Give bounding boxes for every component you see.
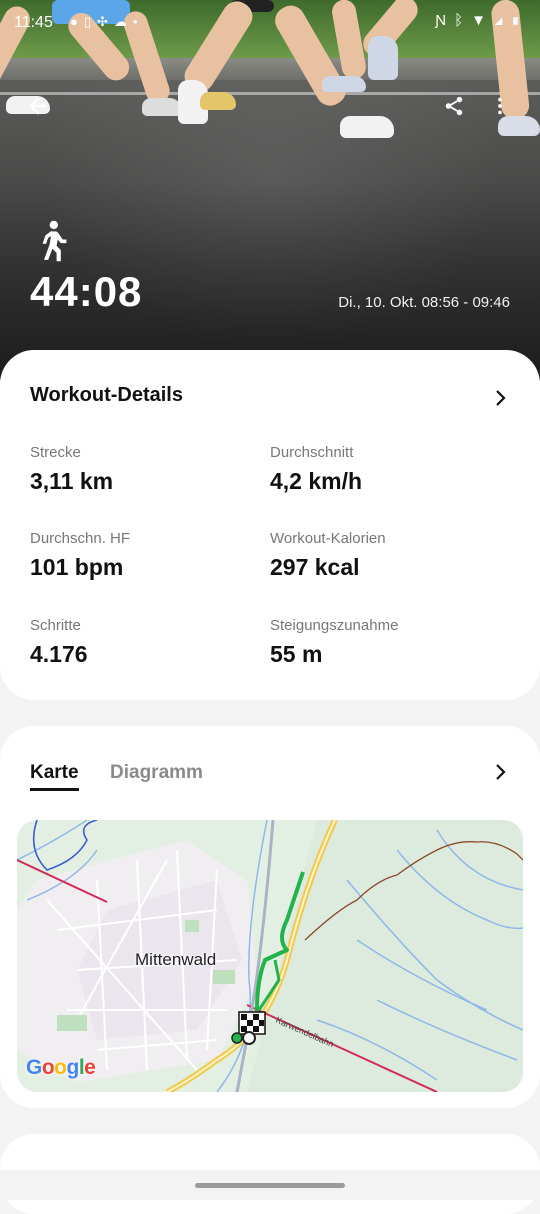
metric-value: 3,11 km (30, 468, 114, 494)
metric-label: Strecke (30, 444, 81, 461)
map-town-label: Mittenwald (135, 950, 217, 969)
status-time: 11:45 (14, 14, 53, 31)
back-arrow-icon (29, 97, 47, 115)
metric-label: Steigungszunahme (270, 617, 399, 634)
metric-average-heart-rate: Durchschn. HF 101 bpm (30, 530, 260, 581)
dot-icon: • (132, 14, 144, 29)
status-bar: 11:45 ●▯✣☁• Ɲᛒ▼◢▮ (0, 0, 540, 48)
workout-date-range: Di., 10. Okt. 08:56 - 09:46 (338, 294, 510, 311)
workout-details-open-button[interactable] (488, 386, 512, 410)
metric-value: 4,2 km/h (270, 468, 363, 494)
workout-duration: 44:08 (30, 268, 143, 315)
google-logo: Google (26, 1056, 96, 1079)
metric-average-speed: Durchschnitt 4,2 km/h (270, 444, 500, 495)
metric-value: 4.176 (30, 641, 88, 667)
back-button[interactable] (22, 90, 54, 122)
walking-icon (34, 220, 68, 262)
metric-value: 297 kcal (270, 554, 360, 580)
metric-calories: Workout-Kalorien 297 kcal (270, 530, 500, 581)
tab-chart[interactable]: Diagramm (110, 762, 203, 784)
more-vert-icon (498, 97, 502, 115)
metric-label: Schritte (30, 617, 81, 634)
metric-distance: Strecke 3,11 km (30, 444, 260, 495)
header-photo (0, 0, 540, 380)
metric-value: 55 m (270, 641, 323, 667)
chevron-right-icon (496, 390, 506, 406)
metric-steps: Schritte 4.176 (30, 617, 260, 668)
workout-details-title: Workout-Details (30, 384, 183, 406)
status-right-icons: Ɲᛒ▼◢▮ (435, 12, 528, 29)
pinwheel-icon: ✣ (97, 14, 114, 29)
metric-label: Durchschnitt (270, 444, 354, 461)
wifi-icon: ▼ (471, 12, 494, 29)
file-icon: ▯ (83, 14, 98, 29)
status-left-icons: ●▯✣☁• (70, 14, 143, 30)
message-icon: ● (70, 14, 84, 29)
cloud-icon: ☁ (113, 14, 133, 29)
more-options-button[interactable] (484, 90, 516, 122)
bluetooth-icon: ᛒ (454, 12, 472, 29)
share-icon (445, 96, 463, 116)
workout-details-card: Workout-Details Strecke 3,11 km Durchsch… (0, 350, 540, 700)
battery-icon: ▮ (510, 12, 528, 29)
metric-value: 101 bpm (30, 554, 124, 580)
share-button[interactable] (438, 90, 470, 122)
route-map[interactable]: Karwendelbahn Mittenwald Google (17, 820, 523, 1092)
home-gesture-handle[interactable] (195, 1183, 345, 1188)
metric-label: Durchschn. HF (30, 530, 131, 547)
tab-map[interactable]: Karte (30, 762, 79, 791)
chevron-right-icon (496, 764, 506, 780)
map-open-button[interactable] (488, 760, 512, 784)
metric-elevation-gain: Steigungszunahme 55 m (270, 617, 500, 668)
nfc-icon: Ɲ (435, 12, 455, 29)
signal-icon: ◢ (493, 12, 511, 29)
metric-label: Workout-Kalorien (270, 530, 386, 547)
map-card: Karte Diagramm Karwendelbahn Mittenwald … (0, 726, 540, 1108)
